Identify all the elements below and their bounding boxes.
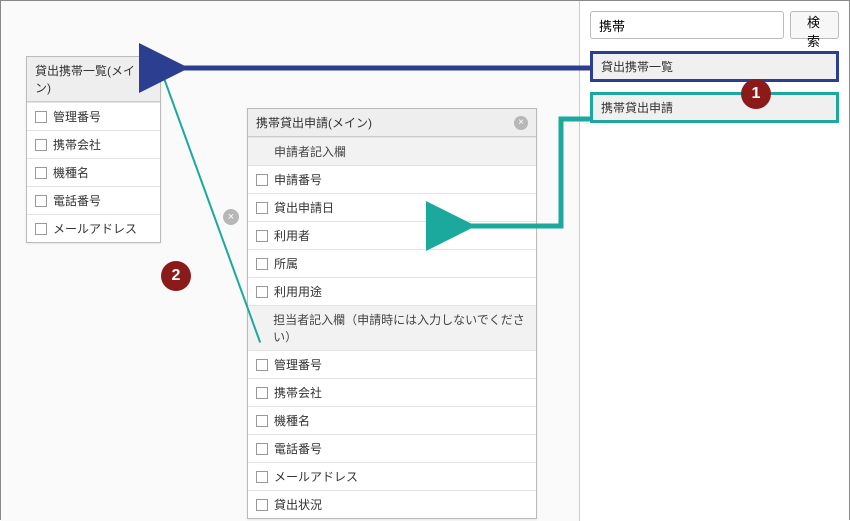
checkbox-icon[interactable] (35, 139, 47, 151)
field-label: 管理番号 (53, 108, 101, 125)
checkbox-icon[interactable] (256, 471, 268, 483)
field-label: 携帯会社 (53, 136, 101, 153)
search-row: 検 索 (590, 11, 839, 39)
field-row[interactable]: 機種名 (27, 158, 160, 186)
search-result-lending-request[interactable]: 携帯貸出申請 (590, 92, 839, 123)
field-label: 貸出申請日 (274, 199, 334, 216)
field-label: 利用用途 (274, 283, 322, 300)
field-label: メールアドレス (274, 468, 358, 485)
badge-label: 2 (172, 267, 181, 285)
panel-lending-list[interactable]: 貸出携帯一覧(メイン) × 管理番号 携帯会社 機種名 電話番号 メールアドレス (26, 56, 161, 243)
checkbox-icon[interactable] (256, 359, 268, 371)
checkbox-icon[interactable] (35, 195, 47, 207)
field-row[interactable]: 貸出申請日 (248, 193, 536, 221)
close-icon[interactable]: × (514, 116, 528, 130)
checkbox-icon[interactable] (256, 230, 268, 242)
section-header: 担当者記入欄（申請時には入力しないでください） (248, 305, 536, 350)
canvas-area: 貸出携帯一覧(メイン) × 管理番号 携帯会社 機種名 電話番号 メールアドレス… (1, 1, 581, 521)
section-label: 担当者記入欄（申請時には入力しないでください） (273, 311, 528, 345)
field-label: 申請番号 (274, 171, 322, 188)
field-row[interactable]: 貸出状況 (248, 490, 536, 518)
panel-title: 携帯貸出申請(メイン) (256, 114, 372, 131)
field-row[interactable]: メールアドレス (27, 214, 160, 242)
field-row[interactable]: 申請番号 (248, 165, 536, 193)
field-row[interactable]: 管理番号 (248, 350, 536, 378)
field-label: 電話番号 (274, 440, 322, 457)
panel-lending-request[interactable]: 携帯貸出申請(メイン) × 申請者記入欄 申請番号 貸出申請日 利用者 所属 利… (247, 108, 537, 519)
checkbox-icon[interactable] (256, 415, 268, 427)
field-label: 所属 (274, 255, 298, 272)
field-label: 機種名 (274, 412, 310, 429)
panel-header[interactable]: 携帯貸出申請(メイン) × (248, 109, 536, 137)
field-row[interactable]: 利用用途 (248, 277, 536, 305)
badge-two: 2 (161, 261, 191, 291)
checkbox-icon[interactable] (256, 202, 268, 214)
panel-title: 貸出携帯一覧(メイン) (35, 62, 139, 96)
section-label: 申請者記入欄 (274, 143, 346, 160)
field-row[interactable]: 所属 (248, 249, 536, 277)
link-delete-icon[interactable]: × (223, 209, 239, 225)
checkbox-icon[interactable] (35, 167, 47, 179)
field-row[interactable]: 機種名 (248, 406, 536, 434)
badge-label: 1 (752, 85, 761, 103)
checkbox-icon[interactable] (256, 258, 268, 270)
sidebar: 検 索 貸出携帯一覧 携帯貸出申請 (579, 1, 849, 521)
field-label: 利用者 (274, 227, 310, 244)
badge-one: 1 (741, 79, 771, 109)
search-button[interactable]: 検 索 (790, 11, 839, 39)
field-row[interactable]: 携帯会社 (27, 130, 160, 158)
checkbox-icon[interactable] (256, 286, 268, 298)
field-label: 携帯会社 (274, 384, 322, 401)
checkbox-icon[interactable] (256, 443, 268, 455)
panel-header[interactable]: 貸出携帯一覧(メイン) × (27, 57, 160, 102)
field-label: 機種名 (53, 164, 89, 181)
result-label: 貸出携帯一覧 (601, 60, 673, 74)
field-label: 電話番号 (53, 192, 101, 209)
checkbox-icon[interactable] (35, 111, 47, 123)
checkbox-icon[interactable] (256, 387, 268, 399)
field-row[interactable]: 電話番号 (27, 186, 160, 214)
field-row[interactable]: メールアドレス (248, 462, 536, 490)
field-label: 管理番号 (274, 356, 322, 373)
search-result-lending-list[interactable]: 貸出携帯一覧 (590, 51, 839, 82)
field-row[interactable]: 利用者 (248, 221, 536, 249)
search-input[interactable] (590, 11, 784, 39)
field-row[interactable]: 電話番号 (248, 434, 536, 462)
relation-line (160, 70, 261, 343)
checkbox-icon[interactable] (256, 499, 268, 511)
field-row[interactable]: 管理番号 (27, 102, 160, 130)
field-row[interactable]: 携帯会社 (248, 378, 536, 406)
section-header: 申請者記入欄 (248, 137, 536, 165)
field-label: 貸出状況 (274, 496, 322, 513)
checkbox-icon[interactable] (256, 174, 268, 186)
checkbox-icon[interactable] (35, 223, 47, 235)
close-icon[interactable]: × (139, 72, 152, 86)
result-label: 携帯貸出申請 (601, 101, 673, 115)
field-label: メールアドレス (53, 220, 137, 237)
